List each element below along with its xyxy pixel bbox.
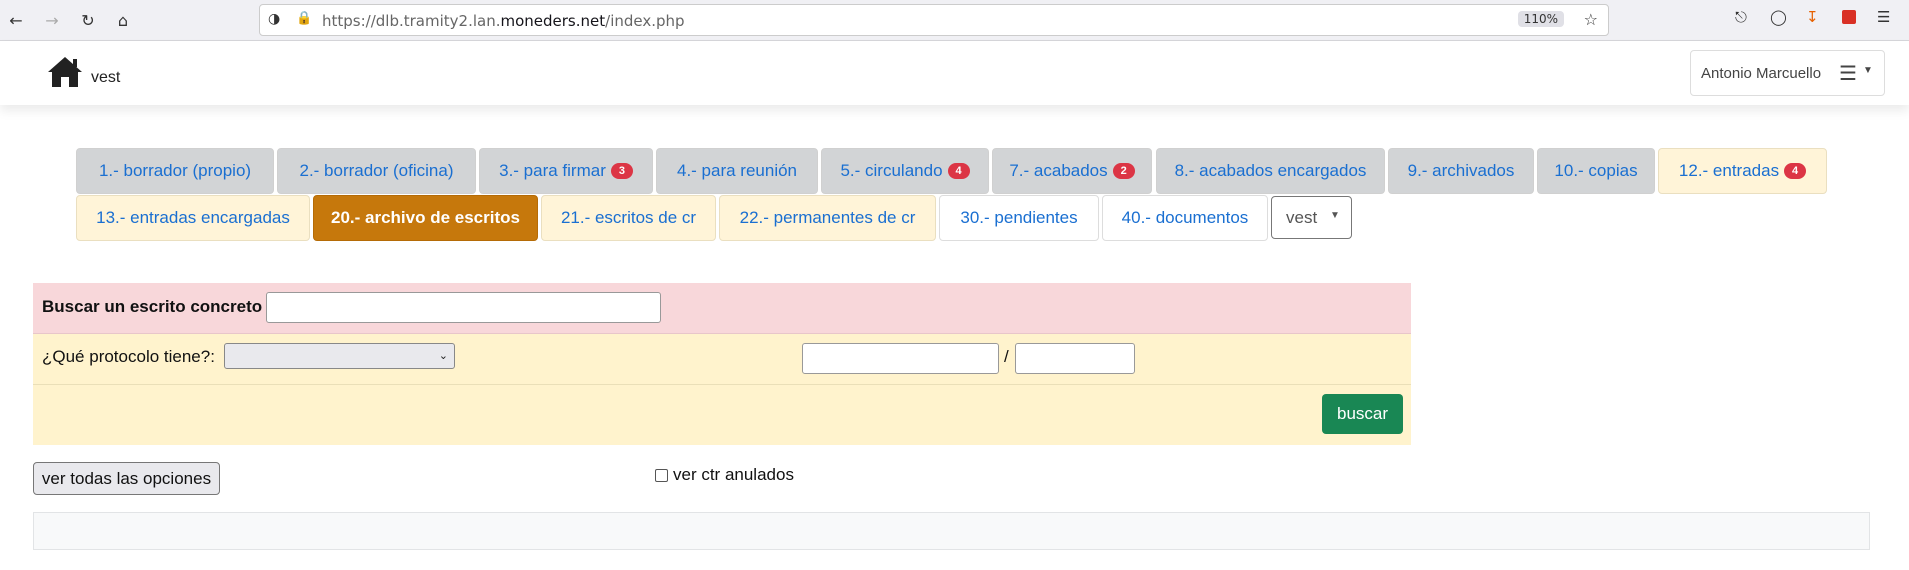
- user-name: Antonio Marcuello: [1701, 65, 1822, 82]
- brand-label[interactable]: vest: [91, 69, 120, 87]
- search-button[interactable]: buscar: [1322, 394, 1403, 434]
- download-icon[interactable]: ↧: [1806, 8, 1819, 26]
- tab-label: 30.- pendientes: [960, 208, 1078, 227]
- count-badge: 2: [1112, 163, 1135, 179]
- tab-label: 4.- para reunión: [676, 161, 798, 180]
- pocket-save-icon[interactable]: ⎋: [1735, 8, 1747, 26]
- extension-icon[interactable]: [1842, 10, 1856, 24]
- caret-down-icon: ▼: [1863, 65, 1873, 76]
- tab-label: 40.- documentos: [1121, 208, 1249, 227]
- shield-icon[interactable]: ◑: [268, 11, 280, 27]
- tab-escritos-de-cr[interactable]: 21.- escritos de cr: [541, 195, 716, 241]
- zoom-level[interactable]: 110%: [1517, 11, 1564, 27]
- protocol-label: ¿Qué protocolo tiene?:: [42, 347, 215, 366]
- tab-label: 12.- entradas: [1678, 161, 1780, 180]
- tab-dropdown[interactable]: vest ▼: [1271, 196, 1352, 239]
- hamburger-icon: ☰: [1839, 63, 1857, 85]
- lock-icon[interactable]: 🔒: [296, 11, 312, 26]
- count-badge: 3: [610, 163, 633, 179]
- tab-circulando[interactable]: 5.- circulando 4: [821, 148, 989, 194]
- protocol-number-input[interactable]: [802, 343, 999, 374]
- protocol-separator: /: [1004, 347, 1009, 366]
- cancelled-checkbox[interactable]: [655, 469, 668, 482]
- tab-acabados[interactable]: 7.- acabados 2: [992, 148, 1152, 194]
- tab-label: 5.- circulando: [840, 161, 943, 180]
- results-container: [33, 512, 1870, 550]
- back-icon[interactable]: ←: [4, 8, 28, 32]
- tab-archivados[interactable]: 9.- archivados: [1388, 148, 1534, 194]
- tab-label: 10.- copias: [1554, 161, 1638, 180]
- browser-toolbar: ← → ↻ ⌂ ◑ 🔒 https://dlb.tramity2.lan.mon…: [0, 0, 1909, 41]
- chevron-down-icon: ⌄: [438, 349, 448, 362]
- url-bar[interactable]: ◑ 🔒 https://dlb.tramity2.lan.moneders.ne…: [259, 4, 1609, 36]
- tab-permanentes-de-cr[interactable]: 22.- permanentes de cr: [719, 195, 936, 241]
- tab-para-reunion[interactable]: 4.- para reunión: [656, 148, 818, 194]
- tab-entradas-encargadas[interactable]: 13.- entradas encargadas: [76, 195, 310, 241]
- tab-label: 1.- borrador (propio): [98, 161, 252, 180]
- tab-borrador-propio[interactable]: 1.- borrador (propio): [76, 148, 274, 194]
- pocket-icon[interactable]: ◯: [1770, 8, 1787, 26]
- home-icon[interactable]: [46, 55, 84, 93]
- url-text[interactable]: https://dlb.tramity2.lan.moneders.net/in…: [322, 12, 685, 30]
- tab-para-firmar[interactable]: 3.- para firmar 3: [479, 148, 653, 194]
- app-header: vest Antonio Marcuello ☰ ▼: [0, 41, 1909, 105]
- count-badge: 4: [947, 163, 970, 179]
- tab-label: 9.- archivados: [1407, 161, 1515, 180]
- tab-label: 20.- archivo de escritos: [331, 208, 520, 227]
- reload-icon[interactable]: ↻: [76, 8, 100, 32]
- caret-down-icon: ▼: [1330, 210, 1340, 221]
- tab-entradas[interactable]: 12.- entradas 4: [1658, 148, 1827, 194]
- tab-label: 3.- para firmar: [499, 161, 606, 180]
- search-concrete-input[interactable]: [266, 292, 661, 323]
- menu-icon[interactable]: ☰: [1877, 8, 1890, 26]
- protocol-select[interactable]: ⌄: [224, 343, 455, 369]
- cancelled-checkbox-label[interactable]: ver ctr anulados: [673, 465, 794, 485]
- show-all-options-button[interactable]: ver todas las opciones: [33, 462, 220, 495]
- tab-acabados-encargados[interactable]: 8.- acabados encargados: [1156, 148, 1385, 194]
- protocol-row: ¿Qué protocolo tiene?: ⌄ /: [33, 334, 1411, 385]
- tab-label: 21.- escritos de cr: [560, 208, 697, 227]
- bookmark-star-icon[interactable]: ☆: [1584, 10, 1598, 29]
- count-badge: 4: [1784, 163, 1807, 179]
- tab-label: 8.- acabados encargados: [1174, 161, 1367, 180]
- user-menu-button[interactable]: Antonio Marcuello ☰ ▼: [1690, 50, 1885, 96]
- tab-copias[interactable]: 10.- copias: [1537, 148, 1655, 194]
- search-concrete-label: Buscar un escrito concreto: [42, 297, 263, 316]
- tab-borrador-oficina[interactable]: 2.- borrador (oficina): [277, 148, 476, 194]
- tab-label: 22.- permanentes de cr: [739, 208, 916, 227]
- tab-label: 2.- borrador (oficina): [299, 161, 454, 180]
- tab-label: 13.- entradas encargadas: [96, 208, 290, 227]
- tab-documentos[interactable]: 40.- documentos: [1102, 195, 1268, 241]
- home-nav-icon[interactable]: ⌂: [111, 8, 135, 32]
- tab-archivo-de-escritos[interactable]: 20.- archivo de escritos: [313, 195, 538, 241]
- protocol-year-input[interactable]: [1015, 343, 1135, 374]
- tab-pendientes[interactable]: 30.- pendientes: [939, 195, 1099, 241]
- search-actions-row: [33, 385, 1411, 445]
- forward-icon[interactable]: →: [40, 8, 64, 32]
- search-concrete-row: Buscar un escrito concreto: [33, 283, 1411, 334]
- dropdown-label: vest: [1286, 208, 1318, 227]
- tab-label: 7.- acabados: [1009, 161, 1108, 180]
